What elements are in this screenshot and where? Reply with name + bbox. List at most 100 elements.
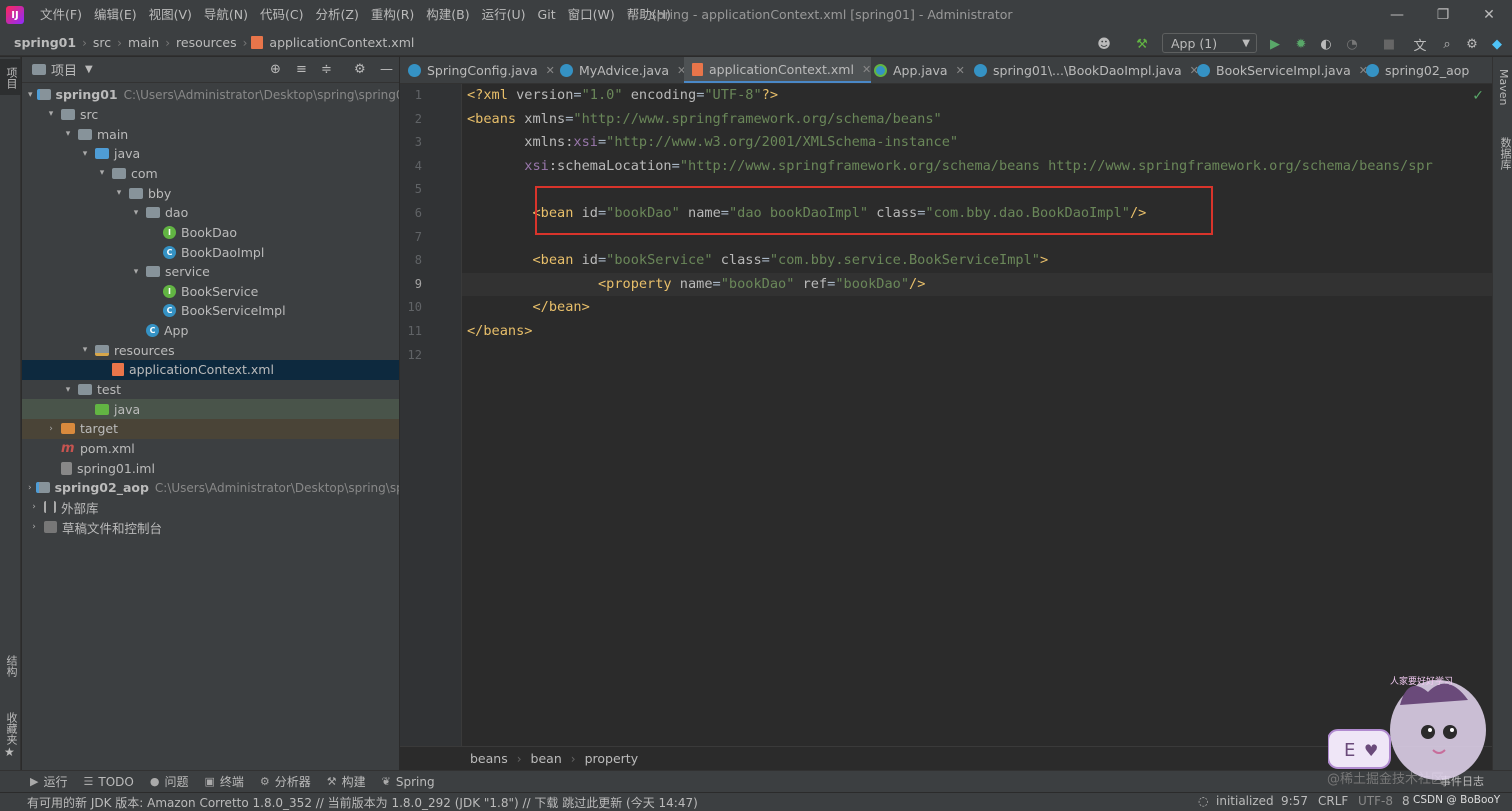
expand-arrow-icon[interactable]: ▾ [113, 188, 125, 198]
tree-item[interactable]: I BookService [22, 282, 399, 302]
expand-arrow-icon[interactable]: ▾ [79, 149, 91, 159]
breadcrumb-item[interactable]: applicationContext.xml [267, 35, 416, 50]
status-message[interactable]: 有可用的新 JDK 版本: Amazon Corretto 1.8.0_352 … [27, 794, 698, 811]
expand-arrow-icon[interactable]: ▾ [79, 345, 91, 355]
tool-window-button[interactable]: ☰ TODO [83, 773, 133, 790]
code-line[interactable]: <?xml version="1.0" encoding="UTF-8"?> [467, 84, 778, 108]
tree-item[interactable]: › 外部库 [22, 498, 399, 518]
tool-window-button[interactable]: ▶ 运行 [30, 773, 67, 790]
expand-arrow-icon[interactable]: › [28, 483, 32, 493]
tree-item[interactable]: ▾ dao [22, 203, 399, 223]
expand-arrow-icon[interactable]: ▾ [130, 267, 142, 277]
expand-all-icon[interactable]: ≡ [296, 62, 307, 77]
expand-arrow-icon[interactable]: ▾ [96, 168, 108, 178]
menu-item[interactable]: 重构(R) [365, 0, 420, 30]
tool-window-button[interactable]: ❦ Spring [382, 773, 435, 790]
expand-arrow-icon[interactable]: ▾ [62, 129, 74, 139]
user-icon[interactable]: ☻ [1096, 36, 1112, 52]
profile-icon[interactable]: ◔ [1344, 36, 1360, 52]
line-separator[interactable]: CRLF [1318, 794, 1348, 808]
file-encoding[interactable]: UTF-8 [1358, 794, 1393, 808]
translate-icon[interactable]: 文 [1412, 36, 1428, 54]
tree-item[interactable]: ▾ src [22, 105, 399, 125]
tool-window-button[interactable]: ▣ 终端 [204, 773, 243, 790]
breadcrumb-item[interactable]: resources [174, 35, 239, 50]
indent-size[interactable]: 8 [1402, 794, 1410, 808]
menu-item[interactable]: 分析(Z) [310, 0, 365, 30]
tool-window-button[interactable]: ⚙ 分析器 [260, 773, 311, 790]
xml-breadcrumb-item[interactable]: bean [531, 751, 562, 766]
code-line[interactable]: <bean id="bookService" class="com.bby.se… [467, 249, 1048, 273]
locate-file-icon[interactable]: ⊕ [270, 62, 281, 77]
code-line[interactable]: xmlns:xsi="http://www.w3.org/2001/XMLSch… [467, 131, 958, 155]
editor-tab[interactable]: SpringConfig.java ✕ [400, 57, 555, 83]
caret-position[interactable]: 9:57 [1281, 794, 1308, 808]
tree-item[interactable]: ▾ com [22, 164, 399, 184]
menu-item[interactable]: 编辑(E) [88, 0, 143, 30]
breadcrumb-item[interactable]: src [91, 35, 113, 50]
code-line[interactable]: </bean> [467, 296, 589, 320]
menu-item[interactable]: 视图(V) [143, 0, 198, 30]
menu-item[interactable]: 代码(C) [254, 0, 309, 30]
tree-item[interactable]: ▾ spring01 C:\Users\Administrator\Desktop\… [22, 85, 399, 105]
tree-item[interactable]: › 草稿文件和控制台 [22, 517, 399, 537]
tool-window-button[interactable]: ⚒ 构建 [327, 773, 366, 790]
editor-tab[interactable]: MyAdvice.java ✕ [552, 57, 686, 83]
menu-item[interactable]: 导航(N) [198, 0, 254, 30]
tree-item[interactable]: I BookDao [22, 223, 399, 243]
expand-arrow-icon[interactable]: ▾ [130, 208, 142, 218]
tree-item[interactable]: m pom.xml [22, 439, 399, 459]
panel-options-gear-icon[interactable]: ⚙ [354, 62, 366, 77]
coverage-icon[interactable]: ◐ [1318, 36, 1334, 52]
search-icon[interactable]: ⌕ [1439, 36, 1455, 52]
menu-item[interactable]: 文件(F) [34, 0, 88, 30]
collapse-all-icon[interactable]: ≑ [321, 62, 332, 77]
view-mode-chevron-icon[interactable]: ▼ [85, 64, 93, 75]
expand-arrow-icon[interactable]: ▾ [28, 90, 33, 100]
menu-item[interactable]: Git [532, 0, 562, 30]
tree-item[interactable]: C BookDaoImpl [22, 242, 399, 262]
tree-item[interactable]: ▾ test [22, 380, 399, 400]
tree-item[interactable]: C BookServiceImpl [22, 301, 399, 321]
breadcrumb-item[interactable]: spring01 [12, 35, 78, 50]
menu-item[interactable]: 窗口(W) [562, 0, 621, 30]
tree-item[interactable]: ▾ bby [22, 183, 399, 203]
debug-icon[interactable]: ✹ [1293, 36, 1309, 52]
maven-stripe-button[interactable]: Maven [1497, 69, 1510, 105]
editor-tab[interactable]: BookServiceImpl.java ✕ [1189, 57, 1368, 83]
tree-item[interactable]: › spring02_aop C:\Users\Administrator\Desk… [22, 478, 399, 498]
project-stripe-button[interactable]: 项目 [0, 59, 21, 95]
build-hammer-icon[interactable]: ⚒ [1134, 36, 1150, 52]
code-editor[interactable]: 1 2 3 4 5 6 7 8 9 10 11 12 <?xml version="1.0" enco… [400, 84, 1492, 746]
stop-icon[interactable]: ■ [1381, 36, 1397, 52]
tree-item[interactable]: › target [22, 419, 399, 439]
hide-panel-icon[interactable]: — [380, 62, 393, 77]
tool-window-button[interactable]: ● 问题 [150, 773, 189, 790]
tree-item[interactable]: applicationContext.xml [22, 360, 399, 380]
tab-close-icon[interactable]: ✕ [956, 64, 965, 77]
tree-item[interactable]: ▾ service [22, 262, 399, 282]
tree-item[interactable]: ▾ resources [22, 340, 399, 360]
breadcrumb-item[interactable]: main [126, 35, 161, 50]
code-line[interactable]: <property name="bookDao" ref="bookDao"/> [462, 272, 1492, 297]
run-icon[interactable]: ▶ [1267, 36, 1283, 52]
editor-tab[interactable]: spring01\...\BookDaoImpl.java ✕ [966, 57, 1199, 83]
run-config-select[interactable]: App (1) ▼ [1162, 33, 1257, 53]
expand-arrow-icon[interactable]: › [45, 424, 57, 434]
structure-stripe-button[interactable]: 结构 [3, 655, 19, 677]
database-stripe-button[interactable]: 数据库 [1497, 137, 1512, 170]
tree-item[interactable]: java [22, 399, 399, 420]
expand-arrow-icon[interactable]: › [28, 502, 40, 512]
favorites-stripe-button[interactable]: 收藏夹 [3, 712, 19, 745]
maximize-icon[interactable]: ❐ [1420, 0, 1466, 30]
close-icon[interactable]: ✕ [1466, 0, 1512, 30]
editor-tab[interactable]: applicationContext.xml ✕ [684, 57, 872, 83]
minimize-icon[interactable]: — [1374, 0, 1420, 30]
menu-item[interactable]: 运行(U) [476, 0, 532, 30]
menu-item[interactable]: 构建(B) [420, 0, 475, 30]
code-line[interactable]: xsi:schemaLocation="http://www.springfra… [467, 155, 1432, 179]
jetbrains-toolbox-icon[interactable]: ◆ [1489, 36, 1505, 52]
tree-item[interactable]: ▾ java [22, 144, 399, 164]
expand-arrow-icon[interactable]: ▾ [62, 385, 74, 395]
code-line[interactable]: <beans xmlns="http://www.springframework… [467, 108, 942, 132]
